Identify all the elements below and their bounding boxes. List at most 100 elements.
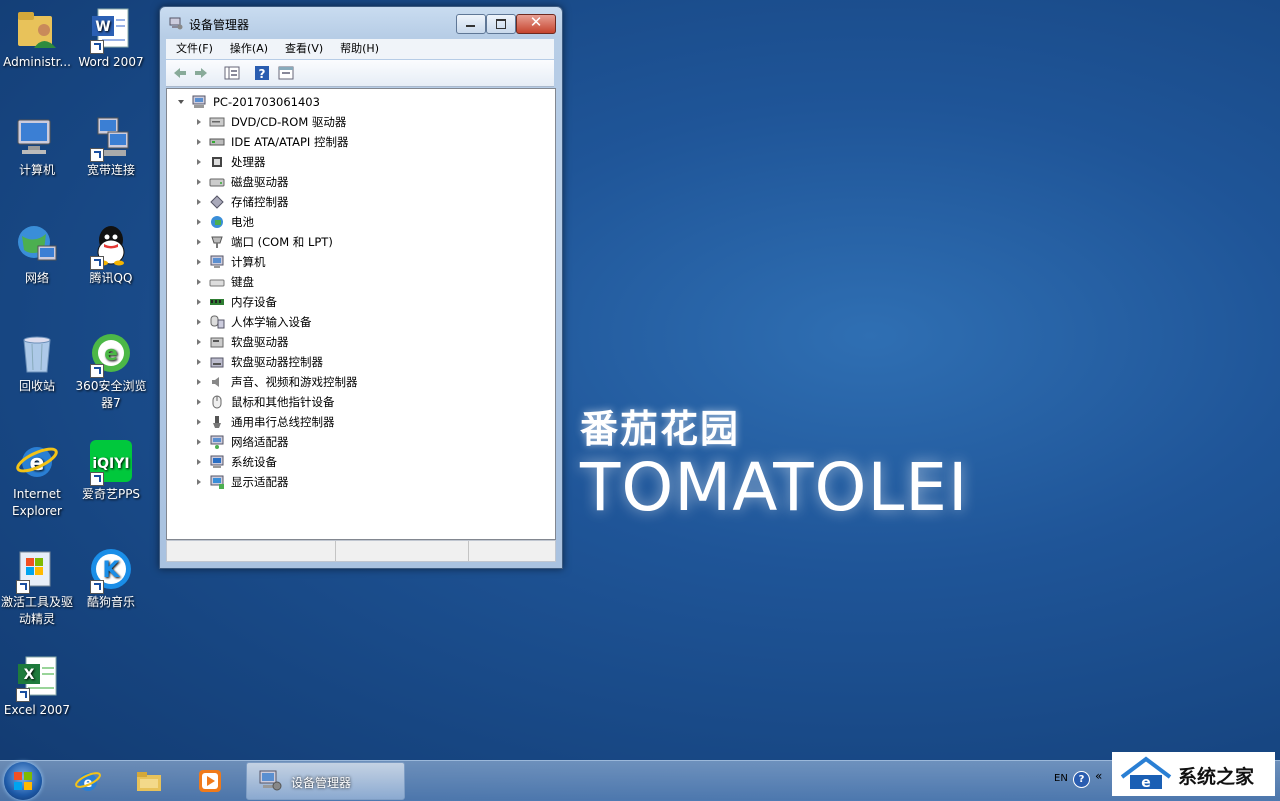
tree-node[interactable]: 存储控制器 (195, 193, 289, 211)
expand-triangle-icon[interactable] (195, 453, 203, 471)
usb-icon (213, 416, 221, 428)
taskbar-ie-button[interactable]: e (64, 763, 114, 799)
desktop-icon-label: 计算机 (18, 163, 55, 177)
dvd-drive-icon (209, 117, 225, 127)
expand-triangle-icon[interactable] (195, 333, 203, 351)
expand-triangle-icon[interactable] (195, 433, 203, 451)
desktop-icon-ie[interactable]: e Internet Explorer (1, 438, 73, 520)
device-manager-icon (259, 770, 282, 791)
desktop-icon-label: 腾讯QQ (89, 271, 133, 285)
desktop-icon-kugou[interactable]: K 酷狗音乐 (75, 546, 147, 611)
expand-triangle-icon[interactable] (195, 173, 203, 191)
forward-arrow-icon[interactable] (193, 65, 209, 81)
expand-triangle-icon[interactable] (195, 313, 203, 331)
tree-node[interactable]: 计算机 (195, 253, 266, 271)
desktop-icon-broadband[interactable]: 宽带连接 (75, 114, 147, 179)
desktop-icon-recycle-bin[interactable]: 回收站 (1, 330, 73, 395)
expand-triangle-icon[interactable] (195, 353, 203, 371)
taskbar-explorer-button[interactable] (125, 763, 175, 799)
expand-triangle-icon[interactable] (195, 473, 203, 491)
watermark-house-icon: e (1120, 756, 1172, 791)
help-icon[interactable]: ? (254, 65, 270, 81)
tree-node[interactable]: 网络适配器 (195, 433, 289, 451)
expand-triangle-icon[interactable] (195, 373, 203, 391)
tree-node-label: 显示适配器 (231, 475, 289, 489)
expand-triangle-icon[interactable] (195, 273, 203, 291)
desktop-icon-qq[interactable]: 腾讯QQ (75, 222, 147, 287)
tree-node[interactable]: 通用串行总线控制器 (195, 413, 335, 431)
taskbar-device-manager-button[interactable]: 设备管理器 (246, 762, 405, 800)
computer-icon (210, 255, 224, 268)
close-button[interactable]: ✕ (516, 13, 556, 34)
tree-node-label: 软盘驱动器 (231, 335, 289, 349)
expand-triangle-icon[interactable] (195, 133, 203, 151)
tree-node-label: 处理器 (231, 155, 266, 169)
tree-node[interactable]: 处理器 (195, 153, 266, 171)
menu-view[interactable]: 查看(V) (278, 39, 330, 59)
properties-icon[interactable] (278, 65, 294, 81)
tree-node-label: 鼠标和其他指针设备 (231, 395, 335, 409)
expand-triangle-icon[interactable] (195, 113, 203, 131)
desktop-icon-network[interactable]: 网络 (1, 222, 73, 287)
expand-triangle-icon[interactable] (195, 293, 203, 311)
desktop-icon-360-browser[interactable]: e 360安全浏览器7 (75, 330, 147, 412)
desktop-icon-label: 宽带连接 (86, 163, 135, 177)
tree-node[interactable]: 磁盘驱动器 (195, 173, 289, 191)
tree-node-label: 网络适配器 (231, 435, 289, 449)
tree-node[interactable]: 软盘驱动器控制器 (195, 353, 323, 371)
floppy-controller-icon (210, 357, 224, 368)
desktop-icon-label: Excel 2007 (3, 703, 71, 717)
taskbar-media-player-button[interactable] (186, 763, 236, 799)
tree-node[interactable]: 键盘 (195, 273, 254, 291)
desktop-icon-label: Internet Explorer (12, 487, 62, 518)
expand-triangle-icon[interactable] (195, 193, 203, 211)
brand-chinese-text: 番茄花园 (580, 407, 741, 451)
tree-node-label: 端口 (COM 和 LPT) (231, 235, 333, 249)
back-arrow-icon[interactable] (172, 65, 188, 81)
tree-node-label: 内存设备 (231, 295, 277, 309)
tree-root[interactable]: PC-201703061403 (177, 93, 320, 111)
menu-help[interactable]: 帮助(H) (333, 39, 386, 59)
maximize-button[interactable] (486, 14, 516, 34)
device-tree[interactable]: PC-201703061403 DVD/CD-ROM 驱动器 IDE ATA/AT… (166, 88, 556, 540)
tree-node[interactable]: 软盘驱动器 (195, 333, 289, 351)
title-bar[interactable]: 设备管理器 ✕ (160, 7, 562, 37)
tray-help-icon[interactable]: ? (1073, 771, 1090, 788)
tree-node-label: 通用串行总线控制器 (231, 415, 335, 429)
show-hidden-icons-button[interactable]: « (1095, 769, 1102, 783)
expand-triangle-icon[interactable] (195, 233, 203, 251)
expand-triangle-icon[interactable] (195, 213, 203, 231)
desktop-icon-administrator[interactable]: Administr... (1, 6, 73, 71)
desktop-icon-excel[interactable]: X Excel 2007 (1, 654, 73, 719)
tree-node[interactable]: 人体学输入设备 (195, 313, 312, 331)
tree-node[interactable]: 电池 (195, 213, 254, 231)
expand-triangle-icon[interactable] (195, 393, 203, 411)
desktop-icon-computer[interactable]: 计算机 (1, 114, 73, 179)
svg-text:e: e (104, 341, 118, 365)
desktop-icon-iqiyi[interactable]: iQIYI 爱奇艺PPS (75, 438, 147, 503)
tree-node[interactable]: 端口 (COM 和 LPT) (195, 233, 333, 251)
tree-node[interactable]: 声音、视频和游戏控制器 (195, 373, 358, 391)
tree-node[interactable]: 鼠标和其他指针设备 (195, 393, 335, 411)
tree-node[interactable]: IDE ATA/ATAPI 控制器 (195, 133, 348, 151)
tree-node[interactable]: 显示适配器 (195, 473, 289, 491)
collapse-triangle-icon[interactable] (177, 93, 185, 111)
tree-node[interactable]: DVD/CD-ROM 驱动器 (195, 113, 346, 131)
show-hide-tree-icon[interactable] (224, 65, 240, 81)
expand-triangle-icon[interactable] (195, 153, 203, 171)
tree-node-label: 磁盘驱动器 (231, 175, 289, 189)
tree-node[interactable]: 系统设备 (195, 453, 277, 471)
svg-text:?: ? (259, 67, 266, 81)
language-indicator[interactable]: EN (1054, 773, 1068, 784)
desktop-icon-activation-tool[interactable]: 激活工具及驱动精灵 (1, 546, 73, 628)
menu-action[interactable]: 操作(A) (223, 39, 275, 59)
user-folder-icon (18, 12, 56, 48)
tree-node[interactable]: 内存设备 (195, 293, 277, 311)
desktop-icon-word[interactable]: W Word 2007 (75, 6, 147, 71)
device-manager-window[interactable]: 设备管理器 ✕ 文件(F) 操作(A) 查看(V) 帮助(H) ? PC-201703… (159, 6, 563, 569)
expand-triangle-icon[interactable] (195, 253, 203, 271)
minimize-button[interactable] (456, 14, 486, 34)
expand-triangle-icon[interactable] (195, 413, 203, 431)
start-button[interactable] (4, 762, 42, 800)
menu-file[interactable]: 文件(F) (169, 39, 220, 59)
